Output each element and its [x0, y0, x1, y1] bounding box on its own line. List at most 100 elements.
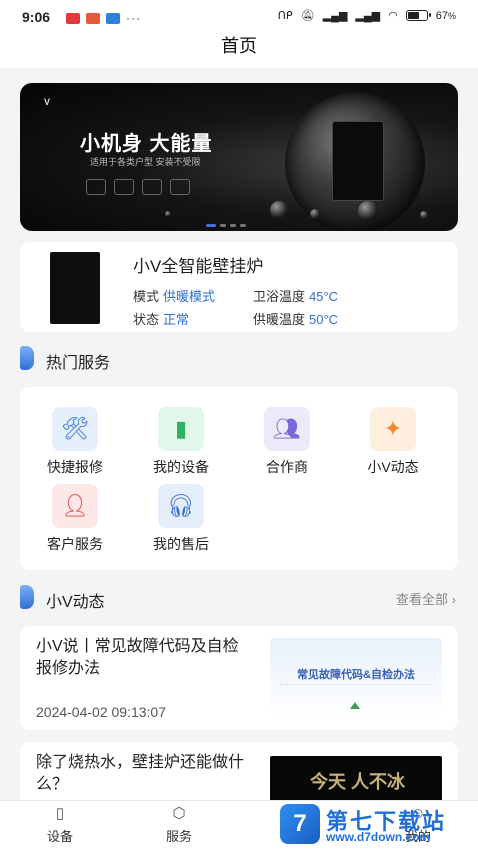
- app-notification-icon: [106, 12, 120, 24]
- feature-icon: [86, 179, 106, 195]
- device-icon: ▯: [55, 805, 65, 822]
- brand-logo: V: [44, 97, 52, 107]
- device-name: 小V全智能壁挂炉: [133, 257, 264, 276]
- section-marker-icon: [20, 585, 34, 609]
- news-title: 小V动态: [46, 594, 105, 611]
- pager-dot: [230, 224, 236, 227]
- status-bar: 9:06 ··· ᑎᑭ 🔕︎ ▂▄▆ ▂▄▆ ◠ 67%: [0, 0, 478, 34]
- banner-ball-image: [358, 201, 378, 221]
- feature-icon: [114, 179, 134, 195]
- service-label: 客户服务: [47, 536, 103, 552]
- signal-icon: ▂▄▆: [322, 10, 348, 22]
- mute-icon: 🔕︎: [300, 10, 315, 22]
- door-device-icon: ▮: [158, 407, 204, 451]
- news-header: 小V动态 查看全部 ›: [20, 585, 458, 611]
- bath-temp-value: 45°C: [309, 289, 339, 304]
- battery-fill: [407, 12, 420, 19]
- news-item-title: 小V说丨常见故障代码及自检报修办法: [36, 638, 239, 677]
- news-item-thumbnail: 常见故障代码&自检办法: [270, 638, 442, 718]
- service-label: 快捷报修: [47, 459, 103, 475]
- customer-service-icon: 👤︎: [52, 484, 98, 528]
- service-customer[interactable]: 👤︎ 客户服务: [40, 484, 110, 554]
- banner-pager: [206, 224, 246, 227]
- page-title: 首页: [221, 36, 257, 56]
- boiler-image: [50, 252, 100, 324]
- device-status: 状态 正常: [133, 309, 189, 328]
- thumbnail-divider: [280, 684, 432, 695]
- view-all-link[interactable]: 查看全部 ›: [396, 589, 456, 608]
- news-item[interactable]: 小V说丨常见故障代码及自检报修办法 2024-04-02 09:13:07 常见…: [20, 626, 458, 730]
- battery-icon: [405, 10, 431, 21]
- partners-icon: 👥︎: [264, 407, 310, 451]
- service-label: 小V动态: [367, 459, 419, 475]
- service-label: 我的售后: [153, 536, 209, 552]
- promo-banner[interactable]: V 小机身 大能量 适用于各类户型 安装不受限: [20, 83, 458, 231]
- service-after-sales[interactable]: 🎧︎ 我的售后: [146, 484, 216, 554]
- banner-feature-icons: [86, 179, 190, 195]
- view-all-label: 查看全部: [396, 592, 449, 607]
- status-right: ᑎᑭ 🔕︎ ▂▄▆ ▂▄▆ ◠ 67%: [277, 9, 456, 23]
- bath-temp-label: 卫浴温度: [253, 289, 306, 304]
- thumbnail-text: 今天 人不冰: [310, 772, 406, 792]
- heat-temp-value: 50°C: [309, 312, 339, 327]
- news-item-thumbnail: 今天 人不冰: [270, 756, 442, 802]
- banner-ball-image: [165, 211, 171, 217]
- status-time: 9:06: [22, 9, 51, 25]
- hot-services-title: 热门服务: [46, 355, 111, 372]
- service-icon: ⬡: [172, 805, 186, 822]
- section-marker-icon: [20, 346, 34, 370]
- banner-subtitle: 适用于各类户型 安装不受限: [90, 157, 201, 167]
- news-item-time: 2024-04-02 09:13:07: [36, 704, 166, 720]
- banner-title: 小机身 大能量: [80, 133, 213, 155]
- banner-ball-image: [310, 209, 320, 219]
- service-news[interactable]: ✦ 小V动态: [358, 407, 428, 477]
- watermark: 7 第七下载站 www.d7down.com: [280, 798, 478, 850]
- banner-boiler-image: [332, 121, 384, 201]
- service-label: 合作商: [266, 459, 308, 475]
- battery-percent: 67%: [435, 9, 456, 22]
- device-mode: 模式 供暖模式: [133, 286, 215, 305]
- feature-icon: [142, 179, 162, 195]
- repair-tools-icon: 🛠︎: [52, 407, 98, 451]
- news-item-title: 除了烧热水，壁挂炉还能做什么？: [36, 754, 245, 793]
- pager-dot: [220, 224, 226, 227]
- device-status-label: 状态: [133, 312, 160, 327]
- tab-device[interactable]: ▯ 设备: [30, 803, 90, 845]
- tab-service[interactable]: ⬡ 服务: [149, 803, 209, 845]
- service-label: 我的设备: [153, 459, 209, 475]
- device-bath-temp: 卫浴温度 45°C: [253, 286, 338, 305]
- chevron-right-icon: ›: [451, 592, 456, 607]
- device-status-value: 正常: [163, 312, 190, 327]
- service-repair[interactable]: 🛠︎ 快捷报修: [40, 407, 110, 477]
- heat-temp-label: 供暖温度: [253, 312, 306, 327]
- feature-icon: [170, 179, 190, 195]
- watermark-url: www.d7down.com: [326, 830, 431, 844]
- nfc-icon: ᑎᑭ: [277, 10, 293, 22]
- service-partners[interactable]: 👥︎ 合作商: [252, 407, 322, 477]
- pager-dot: [240, 224, 246, 227]
- service-my-devices[interactable]: ▮ 我的设备: [146, 407, 216, 477]
- hot-services-header: 热门服务: [20, 346, 458, 372]
- app-notification-icon: [66, 12, 80, 24]
- tab-label: 设备: [46, 829, 73, 844]
- device-heat-temp: 供暖温度 50°C: [253, 309, 338, 328]
- status-app-icons: ···: [66, 11, 141, 25]
- triangle-icon: [350, 702, 360, 709]
- pager-dot: [206, 224, 216, 227]
- app-notification-icon: [86, 12, 100, 24]
- page-header: 首页: [0, 34, 478, 68]
- thumbnail-text: 常见故障代码&自检办法: [297, 669, 415, 681]
- device-card[interactable]: 小V全智能壁挂炉 模式 供暖模式 卫浴温度 45°C 状态 正常 供暖温度 50°C: [20, 242, 458, 332]
- tab-label: 服务: [165, 829, 192, 844]
- device-mode-value: 供暖模式: [163, 289, 216, 304]
- after-sales-icon: 🎧︎: [158, 484, 204, 528]
- hot-services-grid: 🛠︎ 快捷报修 ▮ 我的设备 👥︎ 合作商 ✦ 小V动态 👤︎ 客户服务 🎧︎ …: [20, 387, 458, 570]
- banner-ball-image: [420, 211, 428, 219]
- wifi-icon: ◠: [388, 10, 398, 22]
- pinwheel-icon: ✦: [370, 407, 416, 451]
- device-mode-label: 模式: [133, 289, 160, 304]
- more-notifications: ···: [126, 11, 141, 25]
- signal-icon: ▂▄▆: [355, 10, 381, 22]
- watermark-logo: 7: [280, 804, 320, 844]
- banner-ball-image: [270, 201, 288, 219]
